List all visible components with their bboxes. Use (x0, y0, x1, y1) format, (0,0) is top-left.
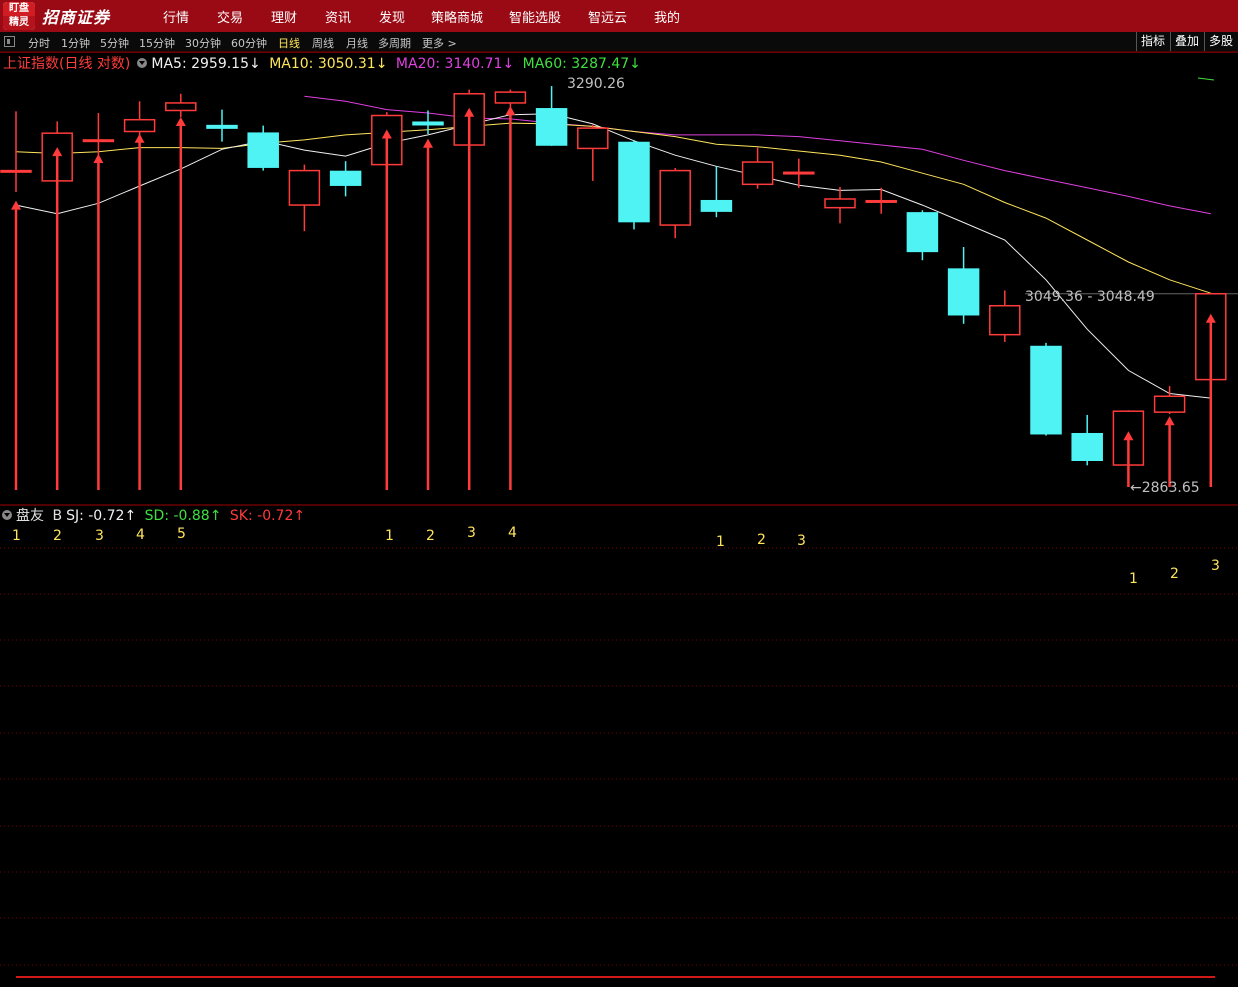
candle-body-23 (947, 268, 980, 316)
signal-number-14: 3 (1211, 558, 1220, 574)
candle-body-6 (247, 132, 279, 168)
signal-number-12: 1 (1129, 571, 1138, 587)
candle-body-10 (412, 121, 444, 126)
signal-number-8: 4 (508, 525, 517, 541)
signal-arrow-3-head (134, 133, 145, 143)
signal-arrow-2-head (93, 153, 104, 163)
kline-chart[interactable] (0, 0, 1238, 987)
signal-number-9: 1 (716, 534, 725, 550)
candle-body-2 (82, 139, 115, 143)
candle-body-13 (535, 108, 568, 146)
signal-number-0: 1 (12, 528, 21, 544)
signal-arrow-6-head (423, 138, 433, 148)
candle-body-12 (494, 91, 527, 104)
candle-body-0 (0, 169, 32, 173)
candle-body-25 (1030, 345, 1062, 435)
candle-body-19 (783, 171, 815, 175)
low-price-label: ←2863.65 (1130, 480, 1200, 496)
ma10-line (15, 122, 1211, 294)
sub-dropdown-circle-icon[interactable] (2, 510, 12, 520)
ma60-line (1197, 77, 1215, 81)
candle-body-16 (659, 169, 691, 226)
sj-value: SJ: -0.72↑ (66, 508, 137, 524)
signal-number-11: 3 (797, 533, 806, 549)
signal-arrow-late-1-head (1164, 416, 1175, 426)
candle-body-3 (123, 118, 156, 133)
signal-arrow-4-head (175, 116, 186, 126)
sub-chart-legend: 盘友 B SJ: -0.72↑ SD: -0.88↑ SK: -0.72↑ (2, 505, 309, 525)
candle-body-8 (329, 170, 362, 186)
indicator-b-label: B (52, 508, 63, 524)
low-price-value: 2863.65 (1141, 480, 1200, 496)
candle-body-15 (618, 141, 650, 223)
high-price-label: 3290.26 (567, 76, 625, 92)
candle-body-22 (906, 212, 939, 253)
candle-body-28 (1153, 395, 1186, 413)
current-price-label: 3049.36 - 3048.49 (1025, 289, 1155, 305)
signal-number-1: 2 (53, 528, 62, 544)
signal-number-6: 2 (426, 528, 435, 544)
signal-number-13: 2 (1170, 566, 1179, 582)
candle-body-20 (824, 198, 856, 209)
candle-body-24 (989, 304, 1021, 336)
signal-number-4: 5 (177, 526, 186, 542)
candle-body-14 (577, 127, 609, 150)
candle-body-21 (865, 199, 897, 203)
signal-number-7: 3 (467, 525, 476, 541)
sd-value: SD: -0.88↑ (144, 508, 222, 524)
signal-number-10: 2 (757, 532, 766, 548)
signal-arrow-0-head (11, 200, 21, 210)
signal-number-2: 3 (95, 528, 104, 544)
signal-number-3: 4 (136, 527, 145, 543)
candle-body-5 (206, 124, 238, 129)
indicator-name: 盘友 (16, 508, 44, 524)
candle-body-18 (741, 161, 774, 186)
sk-value: SK: -0.72↑ (229, 508, 306, 524)
signal-arrow-8-head (505, 106, 516, 116)
signal-number-5: 1 (385, 528, 394, 544)
candle-body-17 (700, 199, 733, 212)
candle-body-26 (1071, 432, 1103, 462)
candle-body-4 (165, 102, 197, 112)
candle-body-7 (288, 169, 321, 206)
